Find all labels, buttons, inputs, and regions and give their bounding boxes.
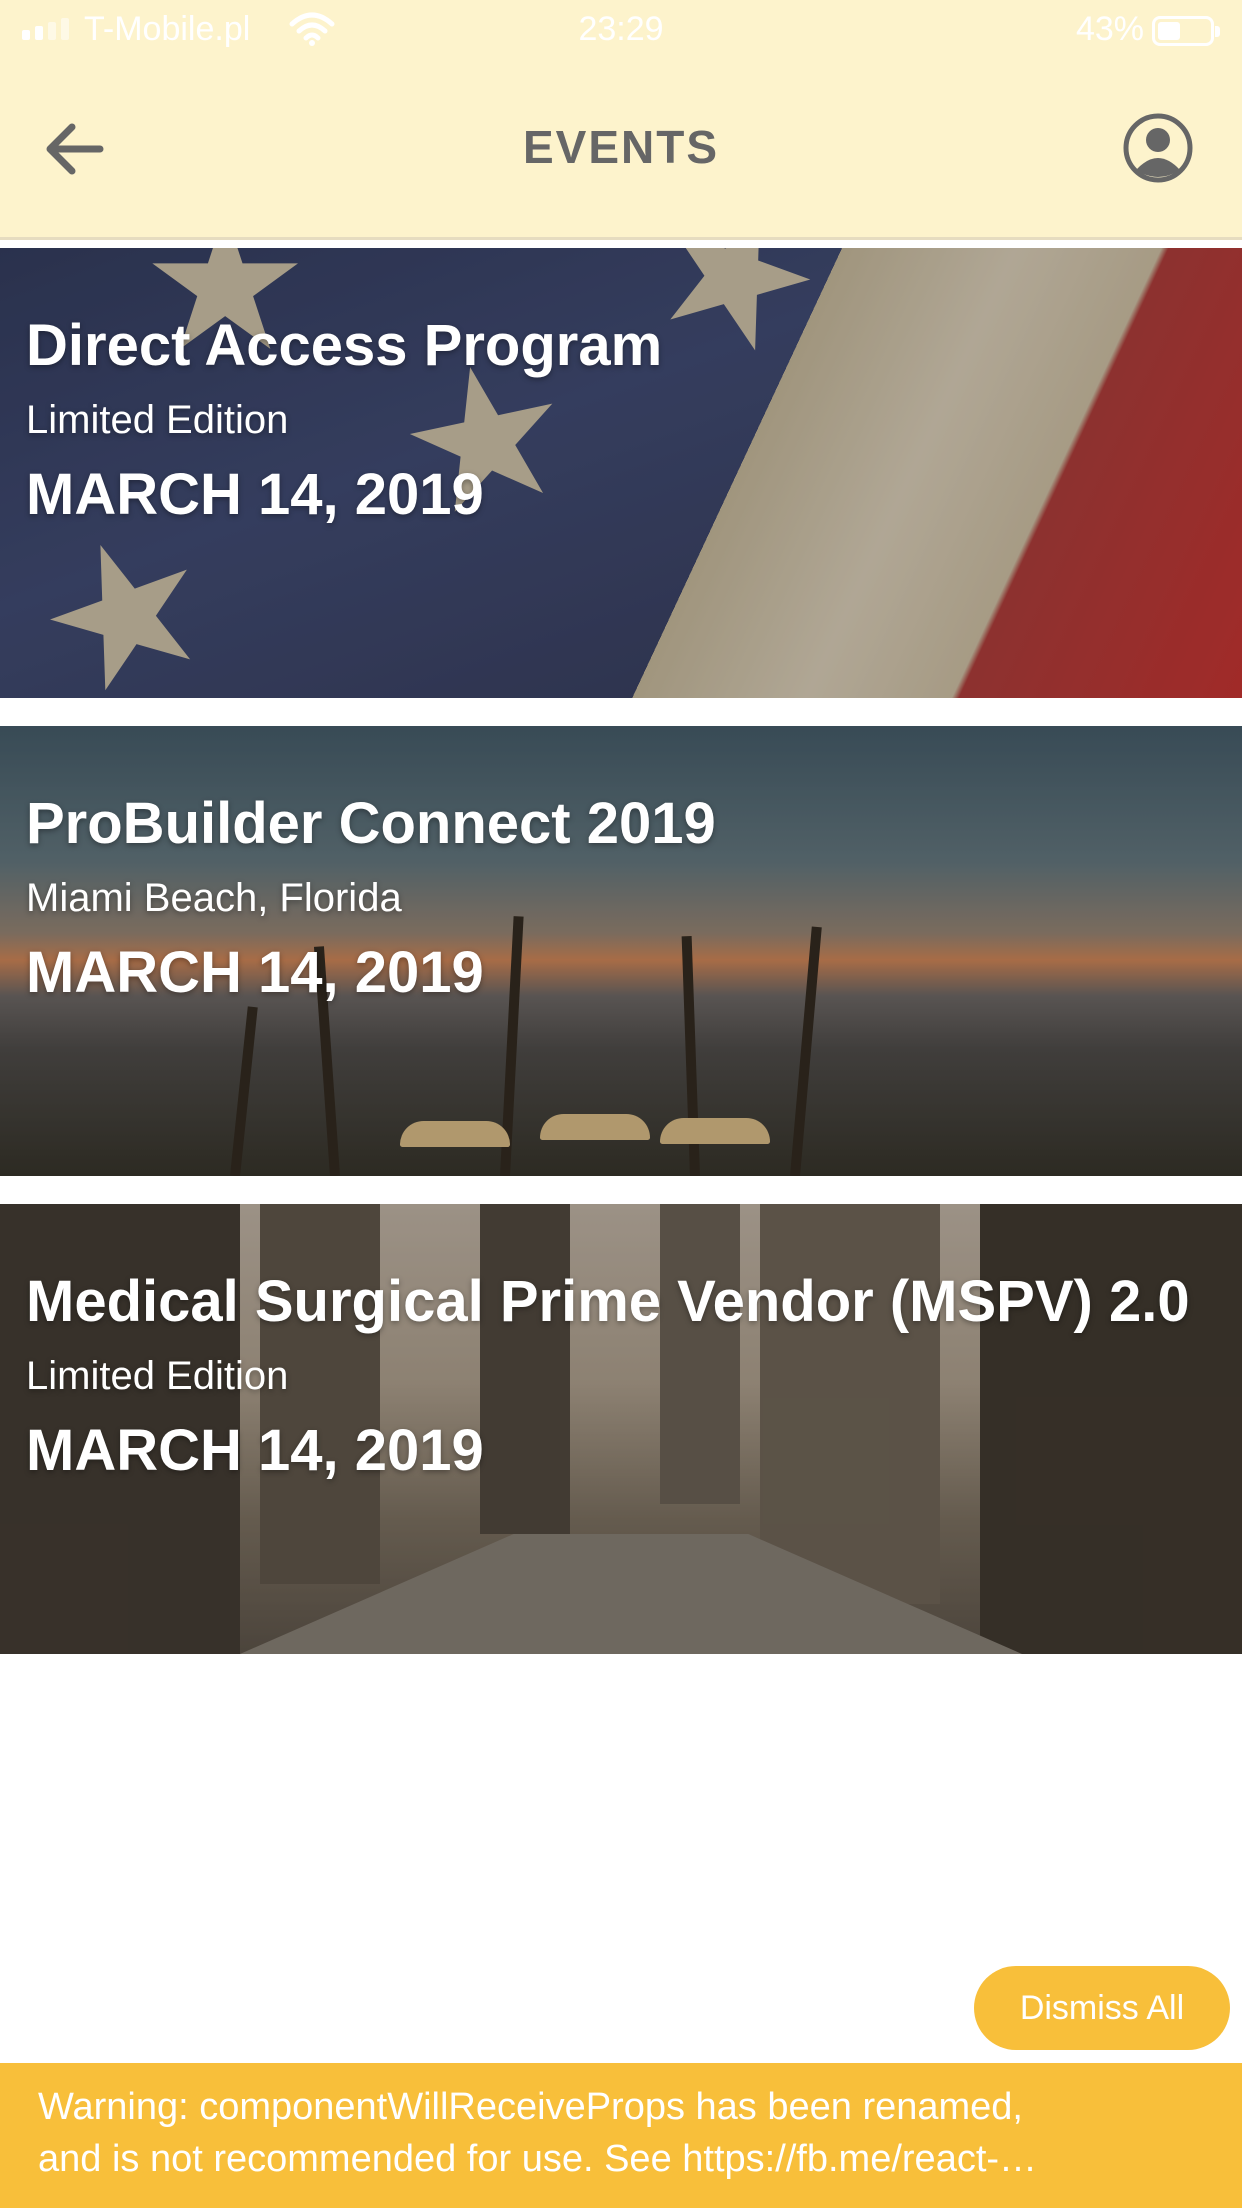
top-bar: T-Mobile.pl 23:29 43% EVENTS	[0, 0, 1242, 240]
warning-text-line-2: and is not recommended for use. See http…	[38, 2138, 1038, 2180]
event-card-text: Medical Surgical Prime Vendor (MSPV) 2.0…	[26, 1268, 1190, 1486]
warning-banner[interactable]: Warning: componentWillReceiveProps has b…	[0, 2063, 1242, 2208]
status-bar: T-Mobile.pl 23:29 43%	[0, 0, 1242, 62]
event-list: ★ ★ ★ ★ Direct Access Program Limited Ed…	[0, 248, 1242, 1682]
event-subtitle: Miami Beach, Florida	[26, 876, 402, 920]
event-date: MARCH 14, 2019	[26, 940, 484, 1005]
event-date: MARCH 14, 2019	[26, 462, 484, 527]
profile-button[interactable]	[1122, 112, 1194, 184]
clock: 23:29	[578, 10, 664, 48]
event-title: ProBuilder Connect 2019	[26, 791, 716, 856]
warning-text-line-1: Warning: componentWillReceiveProps has b…	[38, 2086, 1023, 2128]
user-circle-icon	[1123, 113, 1193, 183]
event-subtitle: Limited Edition	[26, 398, 289, 442]
event-card[interactable]: ProBuilder Connect 2019 Miami Beach, Flo…	[0, 726, 1242, 1176]
event-card-text: Direct Access Program Limited Edition MA…	[26, 312, 662, 530]
event-card[interactable]: ★ ★ ★ ★ Direct Access Program Limited Ed…	[0, 248, 1242, 698]
battery-icon	[1152, 16, 1220, 46]
event-card[interactable]: Medical Surgical Prime Vendor (MSPV) 2.0…	[0, 1204, 1242, 1654]
battery-level	[1158, 22, 1180, 40]
dismiss-all-button[interactable]: Dismiss All	[974, 1966, 1230, 2050]
page-title: EVENTS	[522, 121, 720, 173]
event-date: MARCH 14, 2019	[26, 1418, 484, 1483]
event-title: Medical Surgical Prime Vendor (MSPV) 2.0	[26, 1269, 1190, 1334]
event-subtitle: Limited Edition	[26, 1354, 289, 1398]
event-card-text: ProBuilder Connect 2019 Miami Beach, Flo…	[26, 790, 716, 1008]
event-title: Direct Access Program	[26, 313, 663, 378]
battery-percent: 43%	[1075, 10, 1144, 48]
